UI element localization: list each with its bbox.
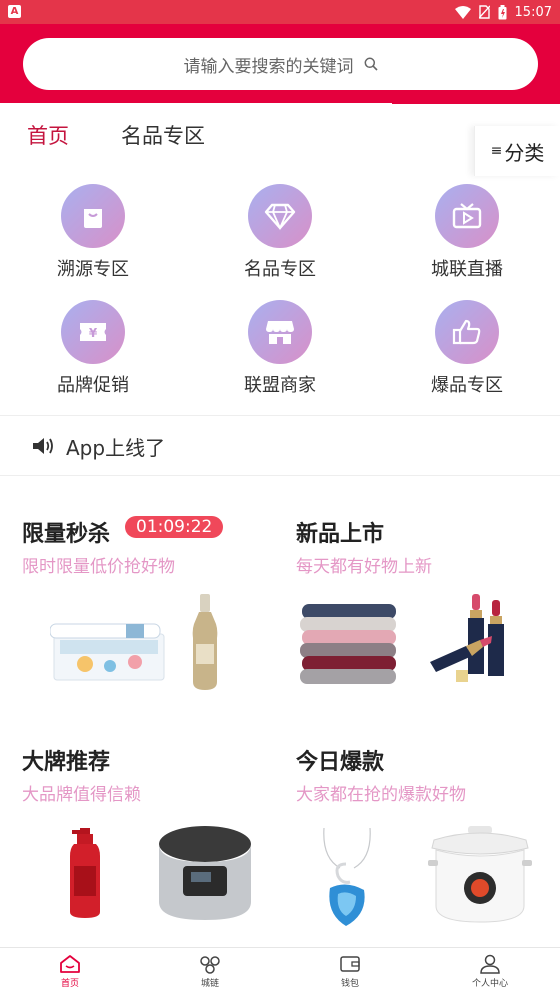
grid-item-hot-products[interactable]: 爆品专区 xyxy=(397,300,537,410)
search-icon xyxy=(364,57,378,71)
grid-label: 品牌促销 xyxy=(57,375,129,396)
grid-item-live[interactable]: 城联直播 xyxy=(397,184,537,294)
grid-label: 溯源专区 xyxy=(57,259,129,280)
app-badge-icon: A xyxy=(8,5,21,18)
speaker-icon xyxy=(33,438,53,454)
shampoo-bottle-image xyxy=(70,828,100,918)
clock: 15:07 xyxy=(514,4,552,20)
search-input[interactable]: 请输入要搜索的关键词 xyxy=(23,38,538,90)
yen-ticket-icon: ¥ xyxy=(80,323,106,341)
search-placeholder: 请输入要搜索的关键词 xyxy=(183,56,354,77)
swan-necklace-image xyxy=(323,828,371,926)
grid-label: 名品专区 xyxy=(244,259,316,280)
wifi-icon xyxy=(454,5,471,19)
serum-bottle-image xyxy=(192,594,218,690)
section-subtitle: 每天都有好物上新 xyxy=(296,557,432,577)
tab-home[interactable]: 首页 xyxy=(27,120,69,150)
section-hot-today[interactable]: 今日爆款 大家都在抢的爆款好物 xyxy=(296,744,560,964)
grid-item-brand-zone[interactable]: 名品专区 xyxy=(210,184,350,294)
grid-label: 爆品专区 xyxy=(431,375,503,396)
nav-home[interactable]: 首页 xyxy=(0,948,140,995)
grid-item-traceability[interactable]: 溯源专区 xyxy=(23,184,163,294)
grid-item-merchants[interactable]: 联盟商家 xyxy=(210,300,350,410)
status-bar: A 15:07 xyxy=(0,0,560,24)
category-grid: 溯源专区 名品专区 城联直播 ¥ 品牌促销 联盟商家 爆品专区 xyxy=(0,180,560,410)
tab-bar: 首页 名品专区 ≡ 分类 xyxy=(0,104,560,176)
category-button[interactable]: ≡ 分类 xyxy=(474,126,560,176)
no-sim-icon xyxy=(478,5,490,19)
nav-chain[interactable]: 城链 xyxy=(140,948,280,995)
divider xyxy=(0,475,560,476)
pressure-cooker-image xyxy=(428,826,532,923)
user-icon xyxy=(480,954,500,974)
svg-text:¥: ¥ xyxy=(89,326,98,340)
section-subtitle: 大家都在抢的爆款好物 xyxy=(296,785,466,805)
section-title: 限量秒杀 xyxy=(22,522,111,547)
category-label: 分类 xyxy=(504,140,545,165)
countdown-timer: 01:09:22 xyxy=(125,516,224,538)
diamond-icon xyxy=(264,203,296,231)
bag-icon xyxy=(84,209,102,228)
lipstick-image xyxy=(430,594,504,682)
toothpaste-box-image xyxy=(50,623,165,681)
section-title: 今日爆款 xyxy=(296,750,385,775)
menu-lines-icon: ≡ xyxy=(490,143,503,159)
nav-label: 钱包 xyxy=(340,979,359,989)
link-icon xyxy=(200,956,220,974)
thumbs-up-icon xyxy=(452,319,481,345)
grid-label: 城联直播 xyxy=(431,259,503,280)
section-top-brands[interactable]: 大牌推荐 大品牌值得信赖 xyxy=(22,744,292,964)
section-new-arrivals[interactable]: 新品上市 每天都有好物上新 xyxy=(296,516,560,736)
home-icon xyxy=(60,955,80,973)
notice-bar[interactable]: App上线了 xyxy=(32,432,165,460)
section-title: 大牌推荐 xyxy=(22,750,111,775)
section-subtitle: 大品牌值得信赖 xyxy=(22,785,141,805)
towels-image xyxy=(300,604,396,684)
tab-brand-zone[interactable]: 名品专区 xyxy=(121,120,205,150)
grid-item-promotion[interactable]: ¥ 品牌促销 xyxy=(23,300,163,410)
nav-profile[interactable]: 个人中心 xyxy=(420,948,560,995)
tv-play-icon xyxy=(452,203,482,229)
nav-label: 个人中心 xyxy=(471,979,508,989)
section-flash-sale[interactable]: 限量秒杀 01:09:22 限时限量低价抢好物 xyxy=(22,516,292,736)
nav-wallet[interactable]: 钱包 xyxy=(280,948,420,995)
divider xyxy=(0,415,560,416)
battery-icon xyxy=(498,4,507,19)
store-icon xyxy=(266,321,294,344)
rice-cooker-image xyxy=(159,826,251,920)
section-subtitle: 限时限量低价抢好物 xyxy=(22,557,175,577)
notice-text: App上线了 xyxy=(66,435,166,460)
header: 请输入要搜索的关键词 xyxy=(0,24,560,103)
nav-label: 首页 xyxy=(60,979,79,989)
wallet-icon xyxy=(340,956,360,972)
section-title: 新品上市 xyxy=(296,522,385,547)
nav-label: 城链 xyxy=(200,979,219,989)
bottom-nav: 首页 城链 钱包 个人中心 xyxy=(0,947,560,995)
grid-label: 联盟商家 xyxy=(244,375,316,396)
